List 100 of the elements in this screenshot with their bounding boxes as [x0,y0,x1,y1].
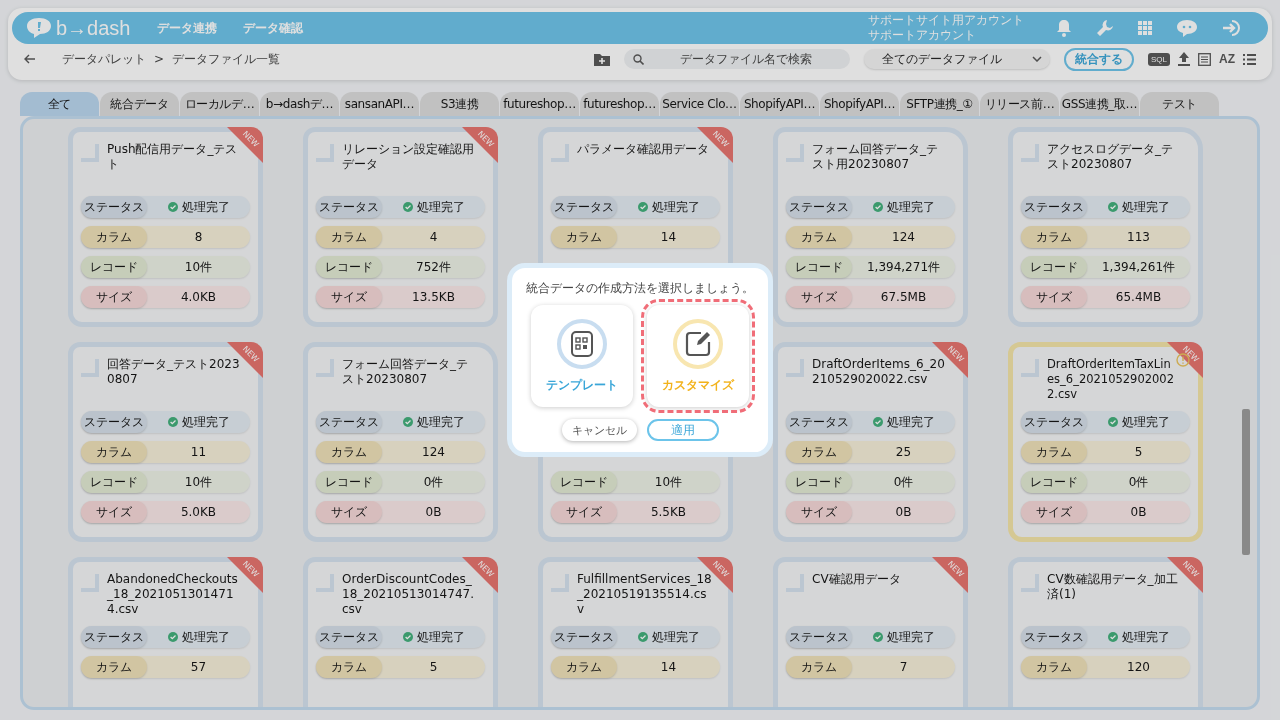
file-fold-icon [551,144,571,164]
bell-icon[interactable] [1056,19,1072,37]
row-value: 120 [1127,660,1150,674]
row-value: 0件 [1128,473,1149,491]
file-fold-icon [1021,144,1041,164]
file-name: CV確認用データ [812,572,902,587]
row-label: ステータス [81,626,147,648]
row-label: レコード [1021,256,1087,278]
row-label: ステータス [1021,411,1087,433]
row-label: カラム [1021,441,1087,463]
table-icon[interactable] [1198,52,1211,66]
apps-grid-icon[interactable] [1138,21,1152,35]
row-value: 752件 [416,258,451,276]
file-card[interactable]: フォーム回答データ_テスト20230807 ステータス 処理完了 カラム 124 レコード 0件 サイズ 0B [303,342,498,542]
cancel-button[interactable]: キャンセル [561,419,637,441]
tab[interactable]: 統合データ [100,92,179,116]
row-label: レコード [786,256,852,278]
account-name: サポートアカウント [868,28,977,43]
check-circle-icon [872,202,883,212]
wrench-icon[interactable] [1096,19,1114,37]
tab[interactable]: SFTP連携_① [900,92,979,116]
row-value: 25 [895,445,912,459]
check-circle-icon [402,202,413,212]
row-value: 5 [1134,445,1143,459]
row-value: 処理完了 [416,198,465,216]
row-value: 13.5KB [412,290,455,304]
back-arrow-icon[interactable] [24,54,36,64]
sql-icon[interactable]: SQL [1148,52,1170,66]
row-label: カラム [786,226,852,248]
file-name: フォーム回答データ_テスト20230807 [342,357,469,387]
check-circle-icon [167,202,178,212]
file-fold-icon [316,574,336,594]
file-filter-dropdown[interactable]: 全てのデータファイル [864,49,1050,69]
row-label: カラム [81,656,147,678]
row-label: レコード [316,256,382,278]
row-value: 処理完了 [651,198,700,216]
check-circle-icon [402,417,413,427]
row-label: ステータス [551,196,617,218]
row-value: 8 [194,230,203,244]
tab[interactable]: ShopifyAPI… [820,92,899,116]
row-value: 0B [425,505,442,519]
row-value: 0件 [893,473,914,491]
logout-icon[interactable] [1222,19,1242,37]
check-circle-icon [1107,202,1118,212]
row-label: カラム [316,226,382,248]
row-label: ステータス [316,196,382,218]
row-value: 14 [660,660,677,674]
row-label: レコード [786,471,852,493]
file-fold-icon [316,144,336,164]
tab[interactable]: Service Clo… [660,92,739,116]
logo-bubble-icon [26,17,52,39]
row-value: 処理完了 [1121,628,1170,646]
search-field[interactable]: データファイル名で検索 [624,49,850,69]
edit-icon [673,318,723,369]
tab[interactable]: b→dashデ… [260,92,339,116]
file-name: アクセスログデータ_テスト20230807 [1047,142,1174,172]
row-value: 処理完了 [1121,198,1170,216]
file-fold-icon [81,359,101,379]
row-value: 処理完了 [181,198,230,216]
tab[interactable]: S3連携 [420,92,499,116]
tab[interactable]: sansanAPI… [340,92,419,116]
row-value: 14 [660,230,677,244]
row-value: 0B [1130,505,1147,519]
row-label: カラム [316,656,382,678]
tab[interactable]: ShopifyAPI… [740,92,819,116]
row-label: サイズ [81,501,147,523]
row-value: 5 [429,660,438,674]
add-folder-icon[interactable] [594,52,610,66]
row-label: ステータス [316,411,382,433]
row-value: 処理完了 [416,413,465,431]
check-circle-icon [1107,632,1118,642]
row-value: 1,394,261件 [1101,258,1176,276]
chevron-down-icon [1032,56,1042,62]
row-label: サイズ [81,286,147,308]
sort-icon[interactable]: AZ [1219,52,1235,66]
row-value: 処理完了 [886,413,935,431]
tab[interactable]: 全て [20,92,99,116]
breadcrumb-link[interactable]: データパレット [62,50,146,68]
row-value: 処理完了 [181,628,230,646]
check-circle-icon [872,632,883,642]
tab[interactable]: futureshop… [580,92,659,116]
row-value: 0件 [423,473,444,491]
row-value: 67.5MB [880,290,927,304]
list-icon[interactable] [1243,53,1256,65]
file-fold-icon [786,359,806,379]
tab[interactable]: ローカルデ… [180,92,259,116]
row-value: 処理完了 [416,628,465,646]
tab[interactable]: futureshop… [500,92,579,116]
row-label: レコード [551,471,617,493]
check-circle-icon [1107,417,1118,427]
chat-bubble-icon[interactable] [1176,19,1198,37]
tab[interactable]: テスト [1140,92,1219,116]
row-label: ステータス [786,626,852,648]
tab[interactable]: リリース前… [980,92,1059,116]
file-card[interactable]: フォーム回答データ_テスト用20230807 ステータス 処理完了 カラム 124 レコード 1,394,271件 サイズ 67.5MB [773,127,968,327]
file-card[interactable]: アクセスログデータ_テスト20230807 ステータス 処理完了 カラム 113 レコード 1,394,261件 サイズ 65.4MB [1008,127,1203,327]
row-value: 57 [190,660,207,674]
tab[interactable]: GSS連携_取… [1060,92,1139,116]
row-label: カラム [81,441,147,463]
upload-icon[interactable] [1178,52,1190,66]
